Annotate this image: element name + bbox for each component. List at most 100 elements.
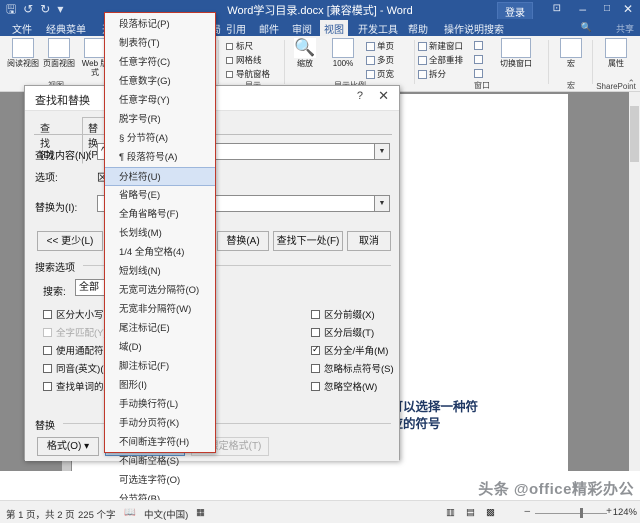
menu-item-manual-line-break[interactable]: 手动换行符(L) bbox=[105, 395, 215, 414]
navigation-pane-checkbox[interactable]: 导航窗格 bbox=[226, 68, 270, 80]
ruler-checkbox[interactable]: 标尺 bbox=[226, 40, 253, 52]
menu-item-footnote-mark[interactable]: 脚注标记(F) bbox=[105, 357, 215, 376]
menu-item-endnote-mark[interactable]: 尾注标记(E) bbox=[105, 319, 215, 338]
menu-item-no-width-optional-break[interactable]: 无宽可选分隔符(O) bbox=[105, 281, 215, 300]
whole-word-checkbox[interactable]: 全字匹配(Y) bbox=[43, 325, 107, 339]
tab-review[interactable]: 审阅 bbox=[288, 20, 316, 37]
match-suffix-checkbox[interactable]: 区分后缀(T) bbox=[311, 325, 374, 339]
menu-item-nonbreaking-space[interactable]: 不间断空格(S) bbox=[105, 452, 215, 471]
gridlines-checkbox[interactable]: 网格线 bbox=[226, 54, 262, 66]
word-count[interactable]: 225 个字 bbox=[78, 507, 116, 521]
read-mode-button[interactable]: 阅读视图 bbox=[6, 38, 40, 68]
macro-recording-icon[interactable]: ▦ bbox=[196, 507, 205, 518]
tab-tell-me[interactable]: 操作说明搜索 bbox=[440, 20, 508, 37]
tab-view[interactable]: 视图 bbox=[320, 20, 348, 37]
split-button[interactable]: 拆分 bbox=[418, 68, 446, 80]
collapse-ribbon-icon[interactable]: ⌃ bbox=[627, 78, 635, 89]
menu-item-tab-character[interactable]: 制表符(T) bbox=[105, 34, 215, 53]
minimize-icon[interactable]: – bbox=[579, 1, 586, 17]
menu-item-no-width-non-break[interactable]: 无宽非分隔符(W) bbox=[105, 300, 215, 319]
checkbox-icon bbox=[43, 310, 52, 319]
zoom-100-button[interactable]: 100% bbox=[326, 38, 360, 68]
zoom-slider-thumb[interactable] bbox=[580, 508, 583, 518]
menu-item-caret-character[interactable]: 脱字号(R) bbox=[105, 110, 215, 129]
read-mode-icon[interactable]: ▥ bbox=[446, 507, 455, 518]
menu-item-manual-page-break[interactable]: 手动分页符(K) bbox=[105, 414, 215, 433]
tab-mailings[interactable]: 邮件 bbox=[255, 20, 283, 37]
match-fullwidth-halfwidth-checkbox[interactable]: 区分全/半角(M) bbox=[311, 343, 388, 357]
switch-windows-icon bbox=[501, 38, 531, 58]
sounds-like-checkbox[interactable]: 同音(英文)(K) bbox=[43, 361, 113, 375]
menu-item-graphic[interactable]: 图形(I) bbox=[105, 376, 215, 395]
menu-item-column-break[interactable]: 分栏符(U) bbox=[105, 167, 215, 186]
menu-item-quarter-em-space[interactable]: 1/4 全角空格(4) bbox=[105, 243, 215, 262]
properties-button[interactable]: 属性 bbox=[599, 38, 633, 68]
one-page-button[interactable]: 单页 bbox=[366, 40, 394, 52]
view-side-by-side-button[interactable] bbox=[474, 40, 485, 50]
replace-dropdown-arrow[interactable]: ▼ bbox=[375, 195, 390, 212]
print-layout-icon[interactable]: ▤ bbox=[466, 507, 475, 518]
menu-item-section-character[interactable]: § 分节符(A) bbox=[105, 129, 215, 148]
close-icon[interactable]: ✕ bbox=[623, 1, 633, 17]
menu-item-any-digit[interactable]: 任意数字(G) bbox=[105, 72, 215, 91]
ribbon-group-views: 阅读视图 页面视图 Web 版式 视图 bbox=[2, 36, 110, 92]
menu-item-paragraph-character[interactable]: ¶ 段落符号(A) bbox=[105, 148, 215, 167]
special-format-menu[interactable]: 段落标记(P) 制表符(T) 任意字符(C) 任意数字(G) 任意字母(Y) 脱… bbox=[104, 12, 216, 524]
ribbon-display-options-icon[interactable]: ⊡ bbox=[553, 1, 561, 17]
replace-button[interactable]: 替换(A) bbox=[217, 231, 269, 251]
arrange-all-button[interactable]: 全部重排 bbox=[418, 54, 463, 66]
tab-references[interactable]: 引用 bbox=[222, 20, 250, 37]
menu-item-any-character[interactable]: 任意字符(C) bbox=[105, 53, 215, 72]
zoom-in-button[interactable]: + bbox=[606, 506, 612, 517]
menu-item-en-dash[interactable]: 短划线(N) bbox=[105, 262, 215, 281]
switch-windows-button[interactable]: 切换窗口 bbox=[492, 38, 540, 68]
share-button[interactable]: 共享 bbox=[616, 22, 634, 35]
menu-item-optional-hyphen[interactable]: 可选连字符(O) bbox=[105, 471, 215, 490]
reset-window-position-button[interactable] bbox=[474, 68, 485, 78]
print-layout-button[interactable]: 页面视图 bbox=[42, 38, 76, 68]
dialog-close-icon[interactable]: ✕ bbox=[378, 89, 389, 103]
macros-button[interactable]: 宏 bbox=[554, 38, 588, 68]
checkbox-icon bbox=[311, 310, 320, 319]
find-dropdown-arrow[interactable]: ▼ bbox=[375, 143, 390, 160]
menu-item-nonbreaking-hyphen[interactable]: 不间断连字符(H) bbox=[105, 433, 215, 452]
menu-item-full-width-ellipsis[interactable]: 全角省略号(F) bbox=[105, 205, 215, 224]
help-icon[interactable]: ? bbox=[357, 90, 363, 102]
zoom-button[interactable]: 🔍 缩放 bbox=[288, 38, 322, 68]
tab-help[interactable]: 帮助 bbox=[404, 20, 432, 37]
vertical-scrollbar[interactable] bbox=[629, 92, 640, 471]
options-label: 选项: bbox=[35, 173, 58, 184]
page-indicator[interactable]: 第 1 页，共 2 页 bbox=[6, 507, 75, 521]
status-bar: 第 1 页，共 2 页 225 个字 📖 中文(中国) ▦ ▥ ▤ ▩ – + … bbox=[0, 500, 640, 523]
menu-item-ellipsis[interactable]: 省略号(E) bbox=[105, 186, 215, 205]
menu-item-field[interactable]: 域(D) bbox=[105, 338, 215, 357]
zoom-out-button[interactable]: – bbox=[524, 506, 530, 517]
multiple-pages-button[interactable]: 多页 bbox=[366, 54, 394, 66]
zoom-slider[interactable] bbox=[535, 513, 607, 514]
cancel-button[interactable]: 取消 bbox=[347, 231, 391, 251]
menu-item-paragraph-mark[interactable]: 段落标记(P) bbox=[105, 15, 215, 34]
format-button[interactable]: 格式(O) ▾ bbox=[37, 437, 99, 456]
tab-file[interactable]: 文件 bbox=[8, 20, 36, 37]
ignore-punctuation-checkbox[interactable]: 忽略标点符号(S) bbox=[311, 361, 394, 375]
page-width-button[interactable]: 页宽 bbox=[366, 68, 394, 80]
synchronous-scrolling-button[interactable] bbox=[474, 54, 485, 64]
zoom-level[interactable]: 124% bbox=[613, 507, 637, 518]
tab-developer[interactable]: 开发工具 bbox=[354, 20, 402, 37]
find-next-button[interactable]: 查找下一处(F) bbox=[273, 231, 343, 251]
ignore-whitespace-checkbox[interactable]: 忽略空格(W) bbox=[311, 379, 377, 393]
menu-item-any-letter[interactable]: 任意字母(Y) bbox=[105, 91, 215, 110]
less-button[interactable]: << 更少(L) bbox=[37, 231, 103, 251]
maximize-icon[interactable]: □ bbox=[604, 1, 610, 17]
search-icon[interactable]: 🔍 bbox=[581, 22, 592, 33]
menu-item-em-dash[interactable]: 长划线(M) bbox=[105, 224, 215, 243]
checkbox-icon bbox=[43, 328, 52, 337]
scrollbar-thumb[interactable] bbox=[630, 106, 639, 162]
match-prefix-checkbox[interactable]: 区分前缀(X) bbox=[311, 307, 375, 321]
reset-window-icon bbox=[474, 69, 483, 78]
language-indicator[interactable]: 中文(中国) bbox=[144, 507, 188, 521]
proofing-icon[interactable]: 📖 bbox=[124, 507, 136, 518]
new-window-button[interactable]: 新建窗口 bbox=[418, 40, 463, 52]
web-layout-icon[interactable]: ▩ bbox=[486, 507, 495, 518]
tab-classic-menu[interactable]: 经典菜单 bbox=[42, 20, 90, 37]
